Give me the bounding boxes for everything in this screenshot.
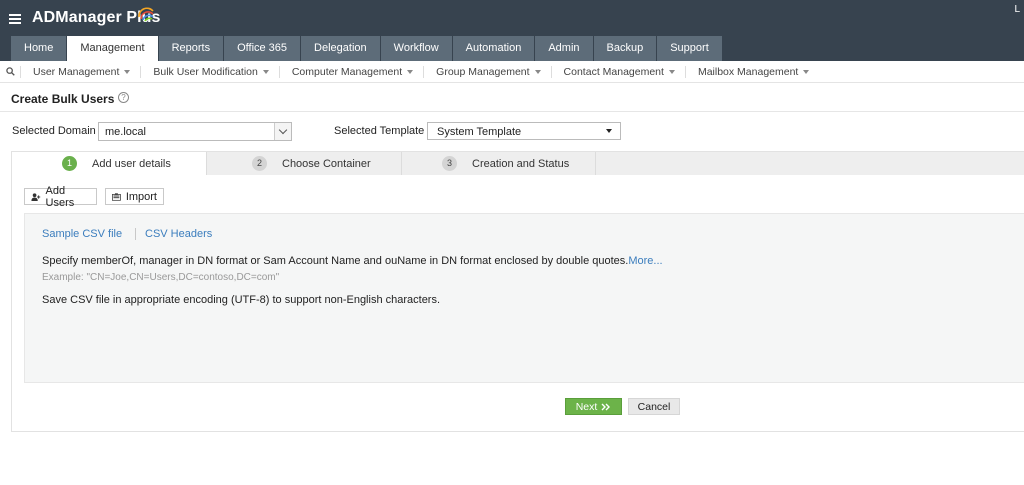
import-csv-icon [112, 192, 121, 201]
double-chevron-right-icon [601, 403, 611, 410]
logo-swirl-icon [138, 7, 154, 22]
csv-headers-link[interactable]: CSV Headers [145, 228, 212, 240]
caret-down-icon [803, 69, 810, 74]
chevron-down-icon [278, 125, 288, 135]
step-label: Add user details [92, 157, 171, 170]
subnav-user-management[interactable]: User Management [20, 65, 140, 78]
domain-dropdown-button[interactable] [274, 123, 291, 140]
caret-down-icon [262, 69, 269, 74]
template-value: System Template [437, 126, 522, 138]
template-select[interactable]: System Template [427, 122, 621, 140]
divider [0, 111, 1024, 112]
tab-management[interactable]: Management [67, 36, 158, 61]
user-avatar[interactable]: L [1014, 4, 1020, 15]
step-label: Choose Container [282, 157, 371, 170]
tab-backup[interactable]: Backup [593, 36, 657, 61]
selected-template-label: Selected Template [334, 125, 425, 137]
link-divider [135, 228, 136, 240]
memberof-info-text: Specify memberOf, manager in DN format o… [42, 255, 663, 267]
subnav-group-management[interactable]: Group Management [423, 65, 550, 78]
step-add-user-details[interactable]: 1 Add user details [12, 152, 206, 175]
encoding-info-text: Save CSV file in appropriate encoding (U… [42, 294, 441, 306]
caret-down-icon [668, 69, 675, 74]
step-divider [595, 152, 596, 175]
search-icon[interactable] [0, 61, 20, 83]
tab-support[interactable]: Support [657, 36, 722, 61]
top-header: ADManager Plus L Home Management Reports… [0, 0, 1024, 61]
import-button[interactable]: Import [105, 188, 164, 205]
step-number: 1 [62, 156, 77, 171]
step-label: Creation and Status [472, 157, 570, 170]
caret-down-icon [124, 69, 131, 74]
tab-reports[interactable]: Reports [158, 36, 224, 61]
help-icon[interactable]: ? [118, 92, 129, 103]
step-choose-container[interactable]: 2 Choose Container [207, 152, 401, 175]
subnav-mailbox-management[interactable]: Mailbox Management [684, 65, 819, 78]
step-number: 3 [442, 156, 457, 171]
subnav-bulk-user-modification[interactable]: Bulk User Modification [140, 65, 278, 78]
main-tabs: Home Management Reports Office 365 Deleg… [11, 36, 723, 61]
domain-select[interactable]: me.local [98, 122, 292, 141]
subnav-computer-management[interactable]: Computer Management [278, 65, 423, 78]
tab-admin[interactable]: Admin [535, 36, 593, 61]
subnav-contact-management[interactable]: Contact Management [550, 65, 685, 78]
tab-workflow[interactable]: Workflow [380, 36, 452, 61]
csv-info-panel: Sample CSV file CSV Headers Specify memb… [24, 213, 1024, 383]
step-creation-and-status[interactable]: 3 Creation and Status [402, 152, 595, 175]
selected-domain-label: Selected Domain [12, 125, 96, 137]
caret-down-icon [606, 129, 612, 133]
sample-csv-link[interactable]: Sample CSV file [42, 228, 122, 240]
tab-office-365[interactable]: Office 365 [224, 36, 301, 61]
page-title: Create Bulk Users [11, 92, 115, 106]
tab-automation[interactable]: Automation [452, 36, 535, 61]
cancel-button[interactable]: Cancel [628, 398, 680, 415]
caret-down-icon [534, 69, 541, 74]
wizard-steps: 1 Add user details 2 Choose Container 3 … [12, 152, 1024, 175]
add-user-icon [31, 192, 41, 201]
hamburger-menu-icon[interactable] [9, 14, 21, 24]
step-number: 2 [252, 156, 267, 171]
tab-delegation[interactable]: Delegation [301, 36, 380, 61]
next-button[interactable]: Next [565, 398, 622, 415]
caret-down-icon [407, 69, 414, 74]
wizard-container: 1 Add user details 2 Choose Container 3 … [11, 151, 1024, 432]
domain-value: me.local [105, 126, 146, 138]
sub-navigation: User Management Bulk User Modification C… [0, 61, 1024, 83]
more-link[interactable]: More... [628, 255, 662, 267]
add-users-button[interactable]: Add Users [24, 185, 97, 209]
tab-home[interactable]: Home [11, 36, 67, 61]
example-text: Example: "CN=Joe,CN=Users,DC=contoso,DC=… [42, 272, 280, 283]
